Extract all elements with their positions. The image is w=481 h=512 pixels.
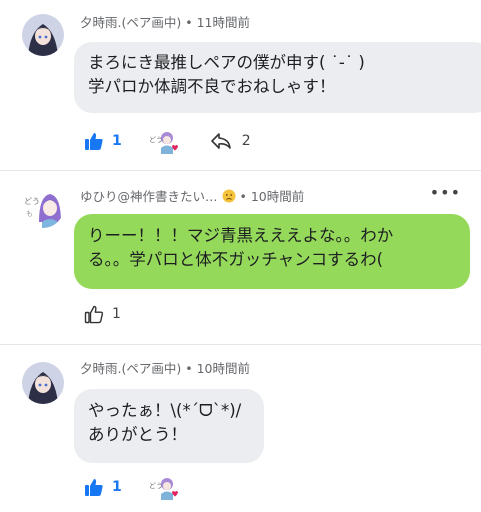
comment-divider (0, 344, 481, 345)
comment-text-line: まろにき最推しペアの僕が申す( ˙-˙ ) (88, 53, 365, 72)
timestamp: 10時間前 (250, 189, 305, 204)
thumbs-up-filled-icon[interactable] (84, 131, 104, 151)
comment-divider (0, 170, 481, 171)
meta-separator: • (239, 189, 247, 204)
comment-actions: 1 どう 2 (84, 128, 251, 154)
comment-bubble: やったぁ！\(*ˊᗜˋ*)/ ありがとう！ (74, 389, 264, 463)
like-count: 1 (112, 306, 121, 322)
svg-text:どう: どう (149, 482, 163, 490)
thumbs-up-filled-icon[interactable] (84, 477, 104, 497)
comment-meta: 夕時雨.(ペア画中) • 10時間前 (80, 358, 250, 377)
comment-bubble: まろにき最推しペアの僕が申す( ˙-˙ ) 学パロか体調不良でおねしゃす！ (74, 42, 481, 113)
comment-text-line: りーー！！！マジ青黒えええよな。。わか (88, 226, 394, 245)
comment-actions: 1 どう (84, 474, 178, 500)
svg-text:どう: どう (24, 197, 40, 206)
user-avatar[interactable] (22, 362, 64, 404)
comment-text-line: る。。学パロと体不ガッチャンコするわ( (88, 250, 384, 269)
author-name[interactable]: 夕時雨.(ペア画中) (80, 361, 181, 376)
svg-text:も: も (26, 210, 33, 218)
reaction-sticker-icon[interactable]: どう (148, 474, 178, 500)
comment-bubble: りーー！！！マジ青黒えええよな。。わか る。。学パロと体不ガッチャンコするわ( (74, 214, 470, 289)
reply-button[interactable]: 2 (210, 132, 251, 150)
author-name[interactable]: 夕時雨.(ペア画中) (80, 15, 181, 30)
author-name[interactable]: ゆひり@神作書きたい… (80, 189, 218, 204)
thumbs-up-outline-icon[interactable] (84, 304, 104, 324)
meta-separator: • (185, 361, 193, 376)
like-count: 1 (112, 133, 122, 149)
comment-text-line: やったぁ！\(*ˊᗜˋ*)/ (88, 401, 242, 420)
like-count: 1 (112, 479, 122, 495)
timestamp: 11時間前 (196, 15, 250, 30)
comment-meta: 夕時雨.(ペア画中) • 11時間前 (80, 12, 250, 31)
comment-text-line: 学パロか体調不良でおねしゃす！ (88, 77, 336, 96)
svg-text:どう: どう (149, 136, 163, 144)
sad-face-emoji-icon (222, 189, 235, 203)
comment-text-line: ありがとう！ (88, 425, 187, 444)
reply-count: 2 (241, 133, 251, 149)
meta-separator: • (185, 15, 193, 30)
reaction-sticker-icon[interactable]: どう (148, 128, 178, 154)
comment-actions: 1 (84, 301, 121, 327)
reply-arrow-icon (210, 133, 231, 149)
timestamp: 10時間前 (196, 361, 250, 376)
user-avatar[interactable] (22, 14, 64, 56)
user-avatar[interactable]: どう も (22, 186, 64, 228)
more-options-button[interactable]: ••• (430, 183, 461, 202)
comment-meta: ゆひり@神作書きたい… • 10時間前 (80, 186, 304, 205)
